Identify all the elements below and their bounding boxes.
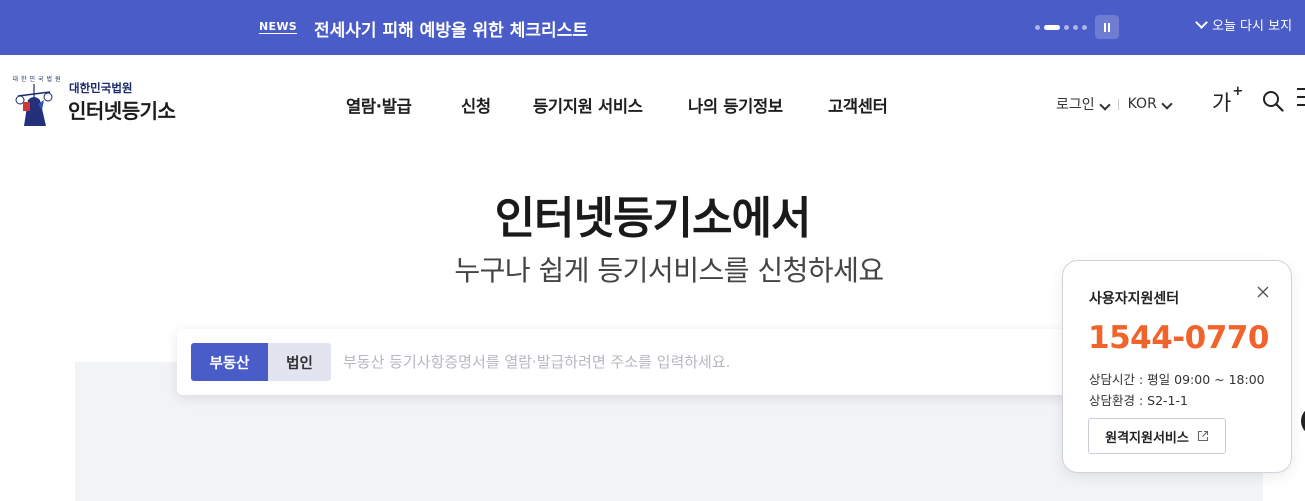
search-icon[interactable]	[1262, 90, 1284, 112]
hero-title: 인터넷등기소에서	[494, 193, 812, 244]
language-label: KOR	[1127, 96, 1157, 112]
gnb-item-support-service[interactable]: 등기지원 서비스	[533, 93, 643, 117]
gnb-item-apply[interactable]: 신청	[461, 93, 491, 117]
support-hours: 상담시간 : 평일 09:00 ~ 18:00	[1089, 372, 1265, 387]
news-pause-button[interactable]	[1095, 15, 1119, 39]
gnb-item-my-info[interactable]: 나의 등기정보	[688, 93, 783, 117]
floating-action-button[interactable]	[1301, 406, 1305, 436]
support-environment: 상담환경 : S2-1-1	[1089, 393, 1188, 408]
chevron-down-icon	[1195, 15, 1208, 29]
gnb-item-view-issue[interactable]: 열람·발급	[346, 93, 412, 117]
news-pagination	[1035, 25, 1087, 30]
news-page-dot[interactable]	[1082, 25, 1087, 30]
dont-show-today-button[interactable]: 오늘 다시 보지	[1195, 15, 1293, 34]
emblem-text: 대한민국법원	[12, 75, 63, 83]
chevron-down-icon	[1161, 98, 1173, 110]
login-button[interactable]: 로그인	[1056, 94, 1111, 114]
news-banner: NEWS 전세사기 피해 예방을 위한 체크리스트 오늘 다시 보지	[0, 0, 1305, 55]
gnb-item-customer-center[interactable]: 고객센터	[828, 93, 888, 117]
dont-show-today-label: 오늘 다시 보지	[1212, 19, 1293, 34]
support-title: 사용자지원센터	[1089, 291, 1180, 307]
font-size-plus: +	[1232, 84, 1244, 99]
pause-icon	[1104, 22, 1106, 32]
menu-icon[interactable]	[1297, 88, 1305, 110]
remote-support-button[interactable]: 원격지원서비스	[1088, 418, 1226, 454]
external-link-icon	[1197, 430, 1208, 442]
pause-icon	[1108, 22, 1110, 32]
address-search-input[interactable]	[343, 348, 1083, 376]
news-page-dot-active[interactable]	[1044, 25, 1060, 30]
remote-support-label: 원격지원서비스	[1105, 430, 1189, 446]
tab-corporation[interactable]: 법인	[268, 343, 331, 381]
divider	[1117, 98, 1119, 110]
support-phone: 1544-0770	[1088, 320, 1269, 356]
login-label: 로그인	[1056, 97, 1095, 113]
news-tag: NEWS	[259, 20, 297, 33]
news-page-dot[interactable]	[1064, 25, 1069, 30]
close-icon[interactable]	[1256, 285, 1270, 299]
news-headline-link[interactable]: 전세사기 피해 예방을 위한 체크리스트	[314, 16, 588, 41]
font-size-label: 가	[1212, 91, 1232, 115]
tab-real-estate[interactable]: 부동산	[191, 343, 268, 381]
search-tabs: 부동산 법인	[191, 343, 331, 381]
language-select[interactable]: KOR	[1127, 96, 1173, 112]
support-center-popup: 사용자지원센터 1544-0770 상담시간 : 평일 09:00 ~ 18:0…	[1062, 260, 1292, 473]
header-utilities: 로그인 KOR	[1056, 94, 1173, 114]
registry-search-box: 부동산 법인	[177, 329, 1127, 395]
chevron-down-icon	[1098, 99, 1111, 111]
news-page-dot[interactable]	[1073, 25, 1078, 30]
news-page-dot[interactable]	[1035, 25, 1040, 30]
font-size-button[interactable]: 가+	[1212, 84, 1244, 117]
